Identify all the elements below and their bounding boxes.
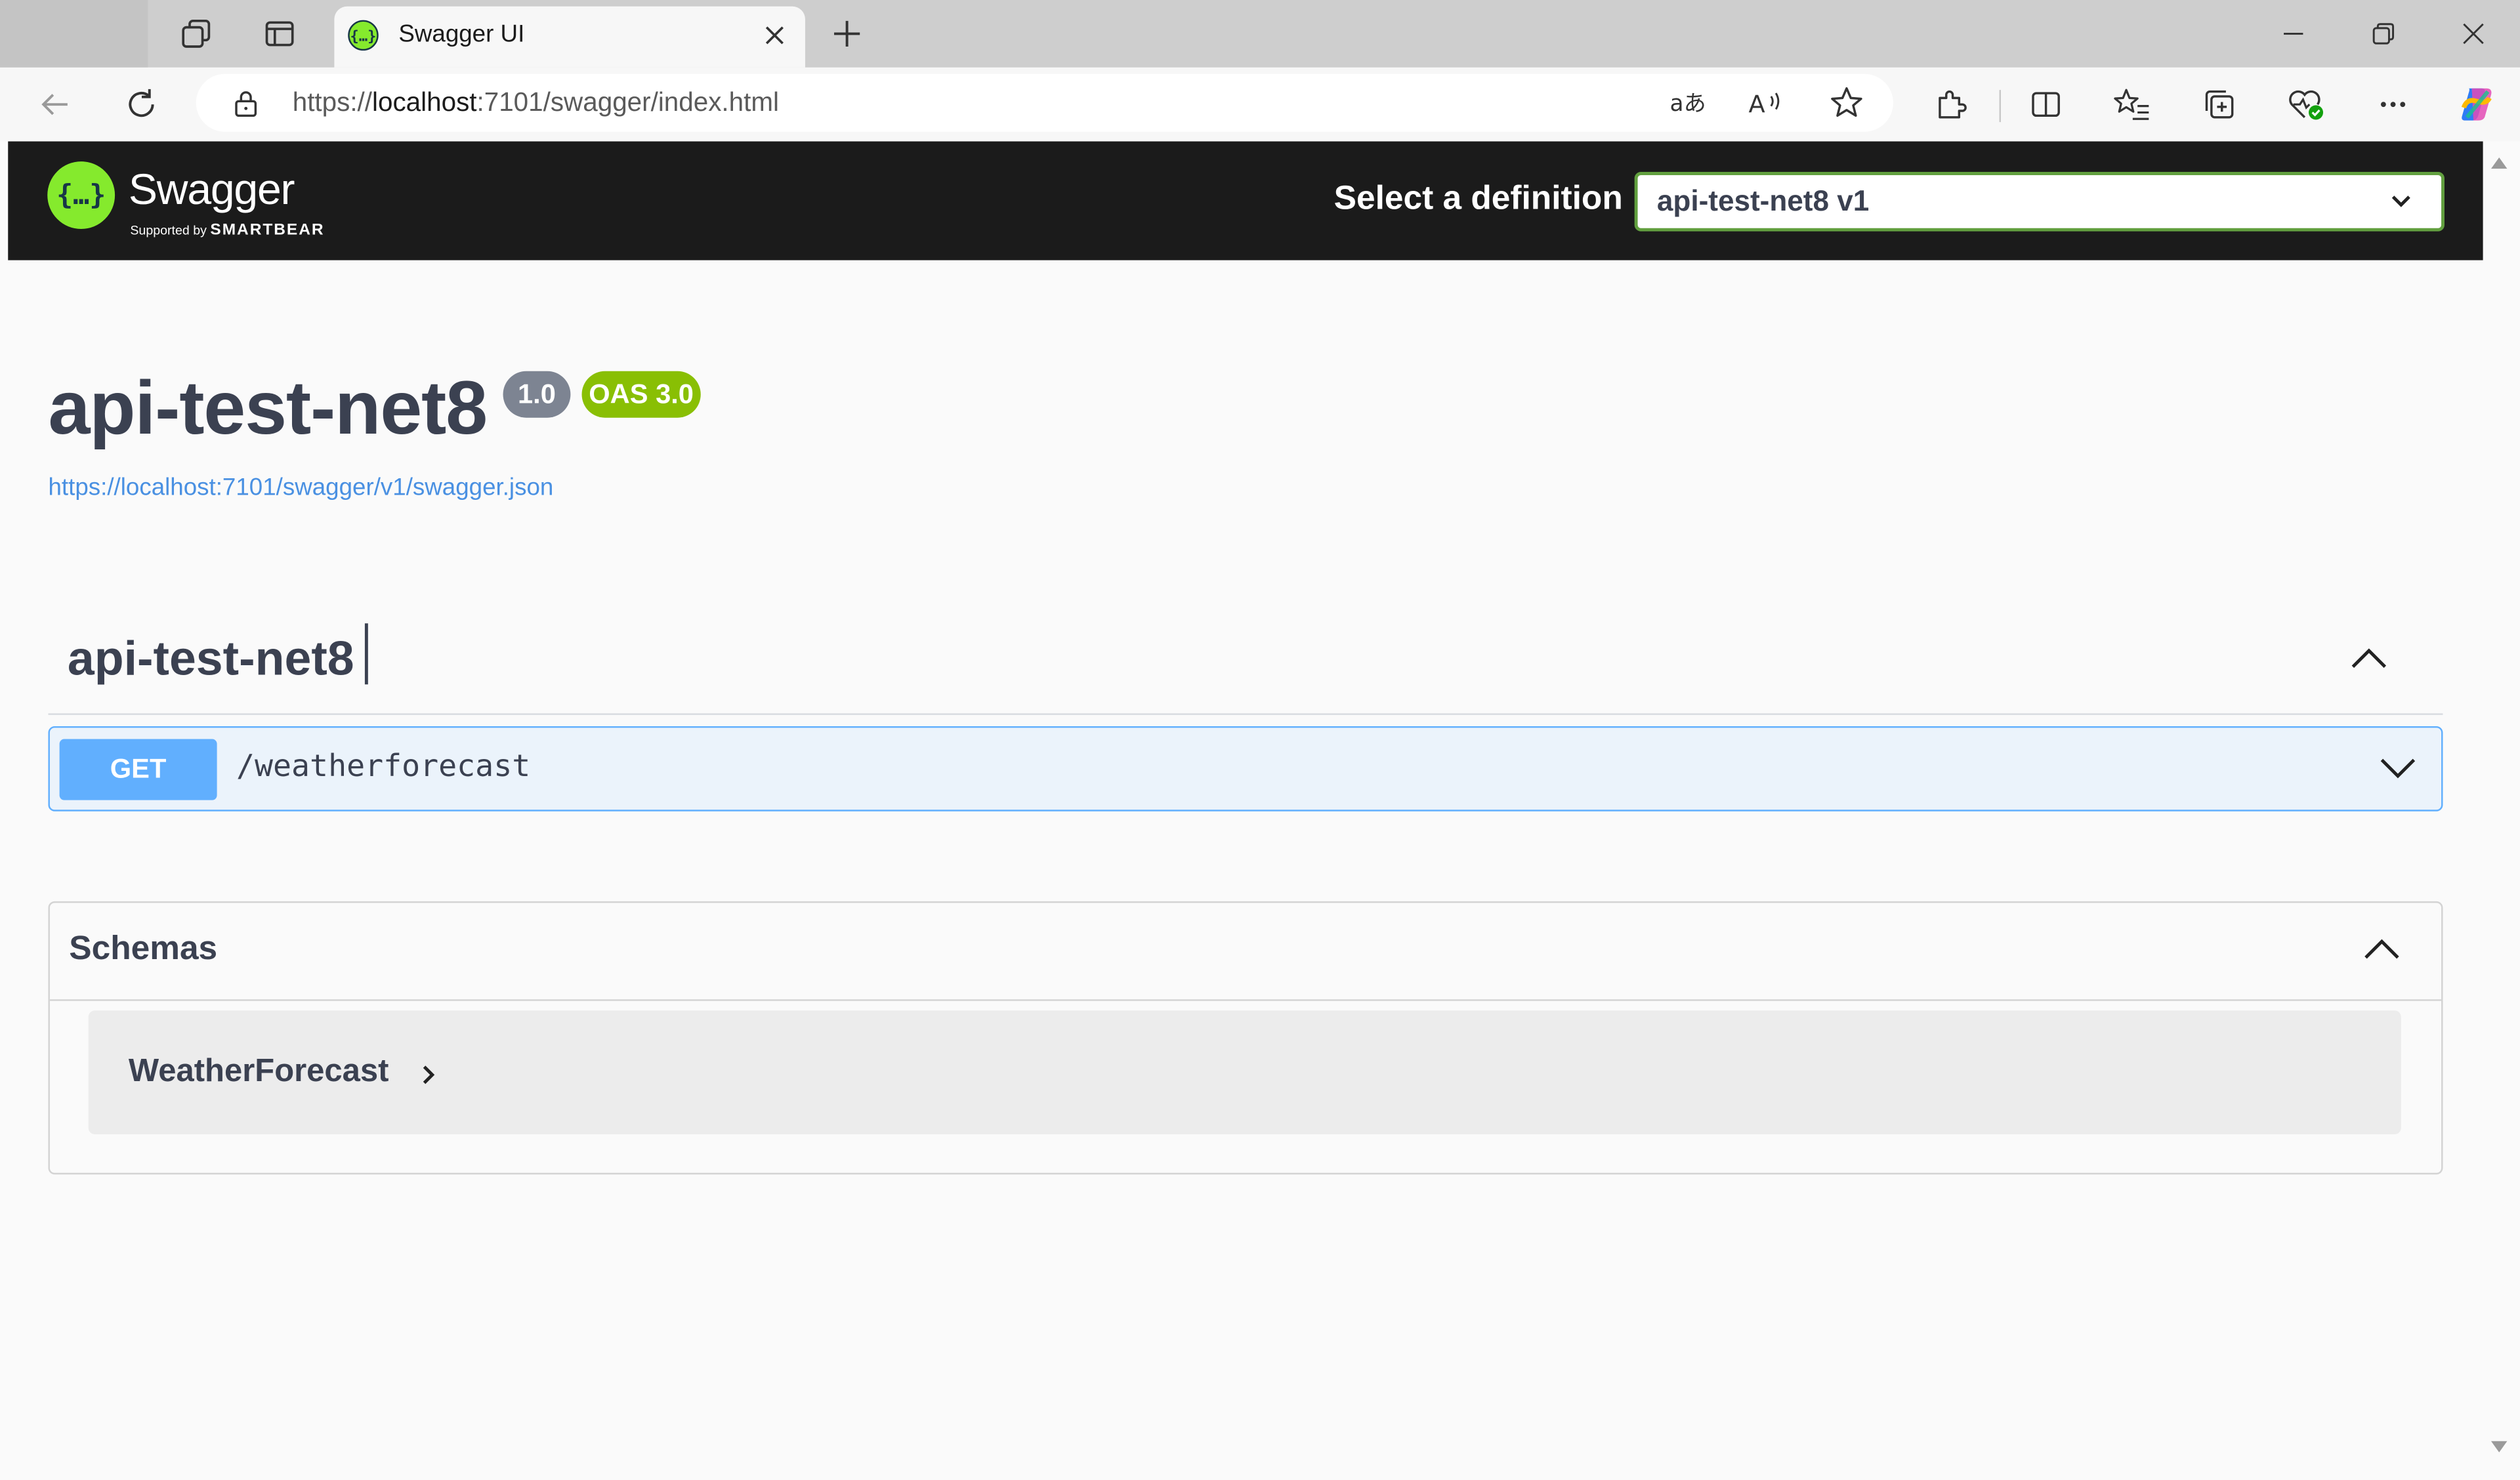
swagger-favicon-icon: {…}: [347, 19, 379, 51]
tab-actions-icon[interactable]: [251, 10, 308, 58]
schemas-section: Schemas WeatherForecast: [48, 901, 2443, 1175]
restore-icon[interactable]: [2347, 10, 2421, 58]
browser-essentials-icon[interactable]: [2282, 80, 2330, 128]
page-scrollbar[interactable]: [2483, 141, 2520, 1472]
tab-title: Swagger UI: [398, 20, 525, 49]
swagger-brand[interactable]: Swagger: [129, 165, 295, 215]
favorite-star-icon[interactable]: [1822, 79, 1870, 127]
supported-by-text: Supported by SMARTBEAR: [130, 221, 325, 239]
split-screen-icon[interactable]: [2022, 80, 2070, 128]
tag-section-header[interactable]: api-test-net8: [48, 614, 2443, 715]
svg-text:aあ: aあ: [1670, 91, 1706, 117]
chevron-up-icon[interactable]: [2349, 646, 2388, 671]
method-badge: GET: [59, 739, 217, 800]
address-bar[interactable]: https://localhost:7101/swagger/index.htm…: [196, 73, 1893, 132]
close-window-icon[interactable]: [2437, 10, 2511, 58]
tag-title: api-test-net8: [67, 632, 354, 686]
svg-text:{…}: {…}: [350, 28, 377, 45]
swagger-main: api-test-net8 1.0 OAS 3.0 https://localh…: [8, 260, 2483, 1472]
close-tab-icon[interactable]: [759, 19, 791, 51]
model-weatherforecast[interactable]: WeatherForecast: [88, 1010, 2401, 1134]
workspaces-icon[interactable]: [167, 10, 225, 58]
minimize-icon[interactable]: [2256, 10, 2330, 58]
read-aloud-icon[interactable]: A: [1742, 79, 1790, 127]
select-definition-label: Select a definition: [1334, 180, 1623, 217]
new-tab-icon[interactable]: [818, 10, 876, 58]
collections-icon[interactable]: [2195, 80, 2243, 128]
api-title: api-test-net8: [48, 364, 488, 450]
text-cursor: [364, 623, 368, 685]
definition-select-value: api-test-net8 v1: [1656, 184, 1870, 217]
swagger-logo-icon[interactable]: {…}: [47, 161, 116, 230]
browser-tab-strip: {…} Swagger UI: [0, 0, 2520, 68]
address-url: https://localhost:7101/swagger/index.htm…: [292, 88, 779, 117]
swagger-topbar: {…} Swagger Supported by SMARTBEAR Selec…: [8, 141, 2483, 260]
more-options-icon[interactable]: [2369, 80, 2417, 128]
version-badge: 1.0: [503, 371, 571, 418]
svg-text:{…}: {…}: [56, 178, 106, 211]
operation-path: /weatherforecast: [236, 749, 531, 785]
translate-icon[interactable]: aあ: [1664, 79, 1712, 127]
svg-text:A: A: [1749, 90, 1765, 118]
favorites-list-icon[interactable]: [2109, 80, 2156, 128]
back-icon[interactable]: [31, 80, 79, 128]
browser-toolbar: https://localhost:7101/swagger/index.htm…: [0, 67, 2520, 142]
active-tab[interactable]: {…} Swagger UI: [334, 6, 805, 68]
profile-area[interactable]: [0, 0, 148, 68]
model-name: WeatherForecast: [128, 1054, 389, 1090]
operation-get-weatherforecast[interactable]: GET /weatherforecast: [48, 726, 2443, 812]
copilot-icon[interactable]: [2452, 80, 2500, 128]
extensions-icon[interactable]: [1927, 80, 1975, 128]
refresh-icon[interactable]: [117, 80, 165, 128]
chevron-down-icon[interactable]: [2379, 755, 2418, 781]
schemas-title: Schemas: [69, 930, 218, 968]
lock-icon[interactable]: [232, 89, 261, 117]
definition-select[interactable]: api-test-net8 v1: [1634, 172, 2445, 232]
scroll-up-arrow-icon[interactable]: [2490, 154, 2509, 170]
chevron-up-icon[interactable]: [2362, 937, 2401, 962]
chevron-right-icon[interactable]: [419, 1063, 438, 1086]
scroll-down-arrow-icon[interactable]: [2490, 1439, 2509, 1455]
toolbar-divider: [1999, 90, 2002, 123]
oas-badge: OAS 3.0: [581, 371, 701, 418]
spec-url-link[interactable]: https://localhost:7101/swagger/v1/swagge…: [48, 474, 553, 501]
chevron-down-icon: [2390, 190, 2412, 212]
schemas-header[interactable]: Schemas: [49, 903, 2442, 1001]
